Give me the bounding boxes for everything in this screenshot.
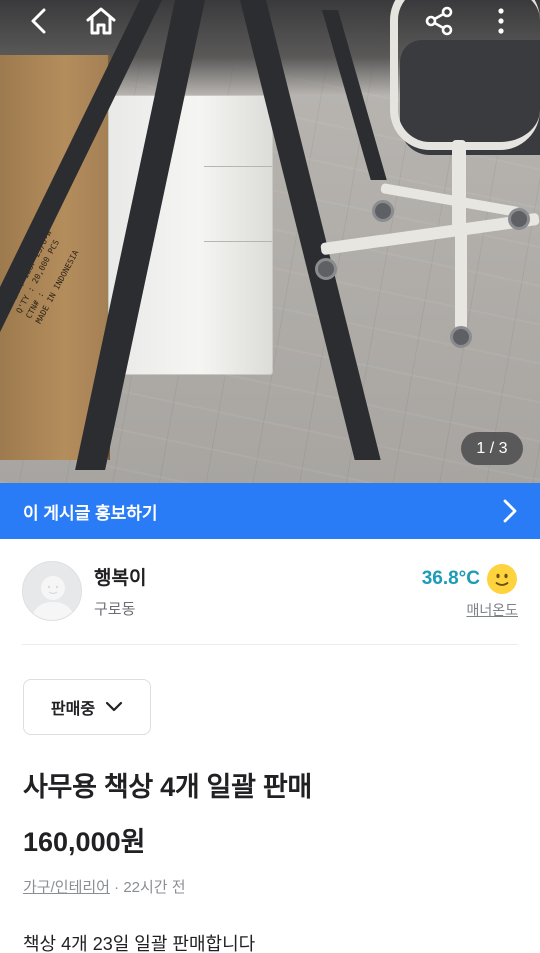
photo-chair-base-arm: [455, 230, 467, 330]
seller-name: 행복이: [94, 568, 147, 589]
photo-chair-post: [452, 140, 466, 230]
manner-temperature-link[interactable]: 매너온도: [466, 600, 518, 620]
chevron-right-icon: [503, 499, 517, 523]
chevron-down-icon: [105, 701, 123, 712]
seller-profile[interactable]: 행복이 구로동 36.8°C 매너온도: [0, 539, 540, 645]
manner-temperature: 36.8°C: [422, 563, 518, 595]
share-button[interactable]: [422, 4, 456, 38]
more-button[interactable]: [484, 4, 518, 38]
default-avatar-icon: [31, 576, 75, 620]
post-price: 160,000원: [23, 827, 146, 857]
promote-post-label: 이 게시글 홍보하기: [23, 503, 158, 523]
top-navigation: [0, 0, 540, 42]
post-meta: 가구/인테리어 · 22시간 전: [23, 876, 186, 897]
photo-chair-wheel: [315, 258, 337, 280]
post-title: 사무용 책상 4개 일괄 판매: [23, 772, 312, 802]
sale-status-dropdown[interactable]: 판매중: [23, 679, 151, 735]
photo-cabinet-drawer-line: [204, 166, 272, 167]
home-icon: [86, 7, 116, 35]
home-button[interactable]: [84, 4, 118, 38]
seller-location: 구로동: [94, 601, 136, 618]
chevron-left-icon: [31, 8, 46, 34]
photo-chair-wheel: [450, 326, 472, 348]
post-category-link[interactable]: 가구/인테리어: [23, 879, 110, 896]
seller-avatar[interactable]: [22, 561, 82, 621]
share-icon: [425, 6, 453, 36]
temperature-value: 36.8°C: [421, 568, 480, 589]
post-time: 22시간 전: [123, 879, 186, 896]
section-divider: [22, 644, 518, 645]
post-body: 책상 4개 23일 일괄 판매합니다: [23, 934, 256, 953]
sale-status-label: 판매중: [50, 701, 96, 718]
back-button[interactable]: [22, 4, 56, 38]
photo-counter: 1 / 3: [461, 432, 523, 465]
meta-separator: ·: [109, 879, 124, 896]
photo-chair-wheel: [508, 208, 530, 230]
smiley-face-icon: [487, 564, 517, 594]
product-photo[interactable]: ITEM : IBSF-25/8-W Q'TY : 20,000 PCS CTN…: [0, 0, 540, 483]
more-vertical-icon: [498, 8, 504, 34]
photo-chair-wheel: [372, 200, 394, 222]
promote-post-banner[interactable]: 이 게시글 홍보하기: [0, 483, 540, 539]
photo-cabinet-drawer-line: [204, 241, 272, 242]
